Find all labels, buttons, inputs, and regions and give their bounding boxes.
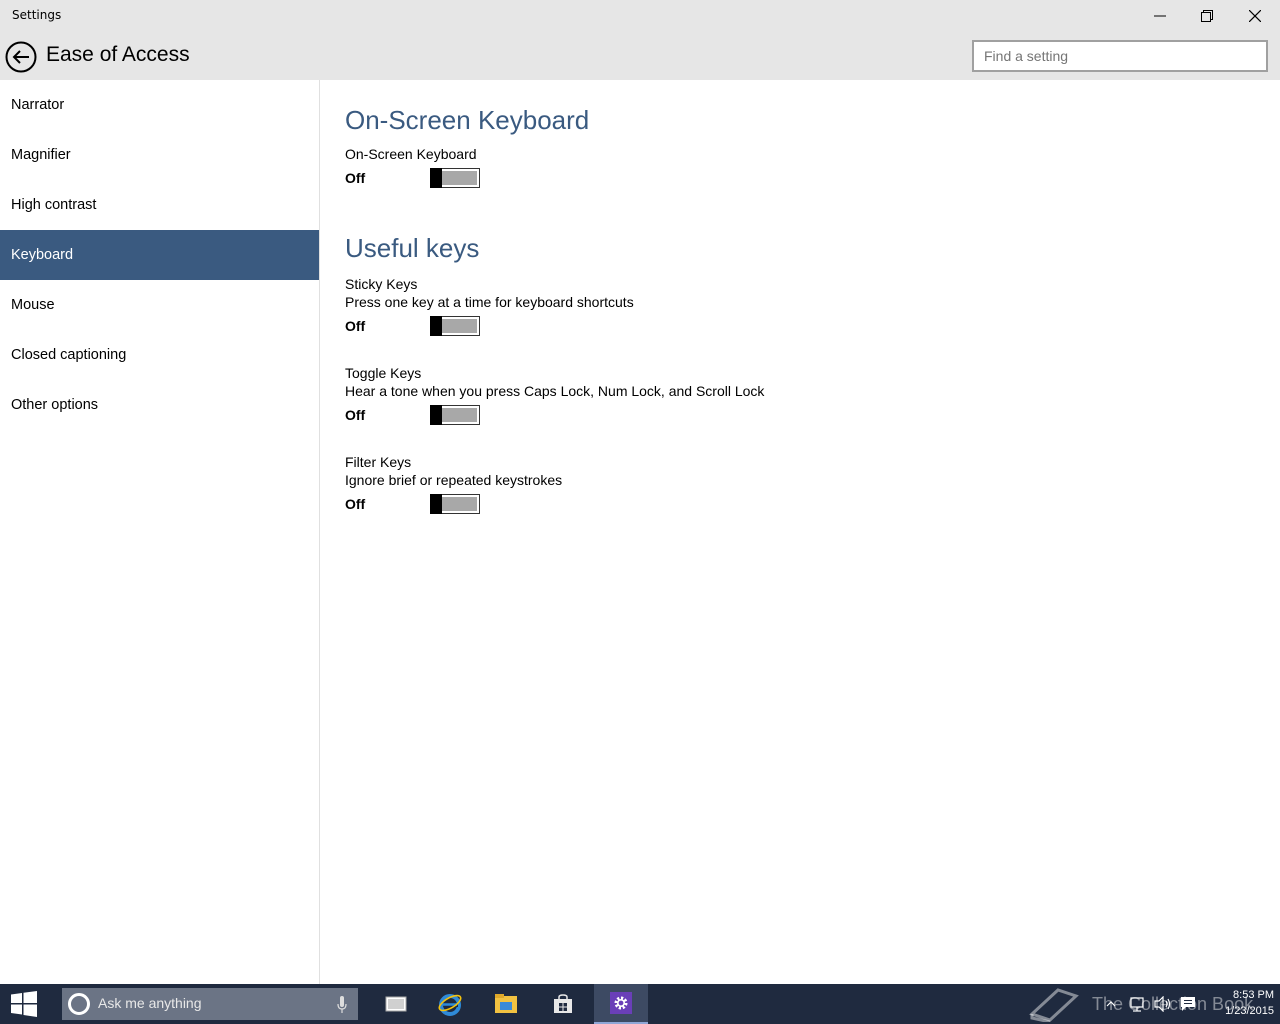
toggle-thumb bbox=[430, 494, 442, 514]
settings-content: On-Screen Keyboard On-Screen Keyboard Of… bbox=[345, 80, 1245, 515]
cortana-placeholder: Ask me anything bbox=[98, 995, 202, 1011]
setting-label: On-Screen Keyboard bbox=[345, 146, 477, 162]
sidebar-item-keyboard[interactable]: Keyboard bbox=[0, 230, 319, 280]
chevron-up-icon[interactable] bbox=[1104, 999, 1118, 1009]
minimize-icon bbox=[1154, 15, 1166, 17]
close-button[interactable] bbox=[1232, 0, 1278, 32]
window-title: Settings bbox=[12, 8, 62, 22]
start-button[interactable] bbox=[0, 984, 48, 1024]
sidebar-item-closed-captioning[interactable]: Closed captioning bbox=[0, 330, 319, 380]
microphone-icon[interactable] bbox=[337, 996, 347, 1014]
toggle-state: Off bbox=[345, 170, 366, 186]
setting-toggle-keys: Toggle Keys Hear a tone when you press C… bbox=[345, 365, 1245, 426]
toggle-thumb bbox=[430, 405, 442, 425]
file-explorer-icon bbox=[495, 994, 517, 1013]
book-icon bbox=[1029, 988, 1079, 1022]
setting-filter-keys: Filter Keys Ignore brief or repeated key… bbox=[345, 454, 1245, 515]
sticky-keys-toggle[interactable] bbox=[430, 316, 480, 336]
toggle-row: Off bbox=[345, 167, 1245, 189]
taskbar: Ask me anything The Collection Book 8:53… bbox=[0, 984, 1280, 1024]
setting-description: Hear a tone when you press Caps Lock, Nu… bbox=[345, 383, 765, 399]
title-bar: Settings bbox=[0, 0, 1280, 32]
toggle-row: Off bbox=[345, 493, 1245, 515]
setting-label: Filter Keys bbox=[345, 454, 412, 470]
toggle-keys-toggle[interactable] bbox=[430, 405, 480, 425]
setting-description: Ignore brief or repeated keystrokes bbox=[345, 472, 563, 488]
toggle-row: Off bbox=[345, 315, 1245, 337]
close-icon bbox=[1249, 10, 1261, 22]
sidebar-item-high-contrast[interactable]: High contrast bbox=[0, 180, 319, 230]
setting-description: Press one key at a time for keyboard sho… bbox=[345, 294, 634, 310]
store-icon bbox=[554, 994, 572, 1013]
sidebar-item-other-options[interactable]: Other options bbox=[0, 380, 319, 430]
restore-icon bbox=[1201, 10, 1213, 22]
sidebar-item-narrator[interactable]: Narrator bbox=[0, 80, 319, 130]
toggle-state: Off bbox=[345, 318, 366, 334]
windows-logo-icon bbox=[11, 991, 37, 1017]
setting-label: Toggle Keys bbox=[345, 365, 422, 381]
cortana-search-box[interactable]: Ask me anything bbox=[62, 988, 358, 1020]
toggle-row: Off bbox=[345, 404, 1245, 426]
toggle-thumb bbox=[430, 316, 442, 336]
toggle-thumb bbox=[430, 168, 442, 188]
toggle-state: Off bbox=[345, 407, 366, 423]
network-icon[interactable] bbox=[1130, 996, 1146, 1012]
settings-app-button[interactable] bbox=[594, 984, 648, 1024]
action-center-icon[interactable] bbox=[1180, 996, 1196, 1012]
toggle-state: Off bbox=[345, 496, 366, 512]
setting-sticky-keys: Sticky Keys Press one key at a time for … bbox=[345, 276, 1245, 337]
restore-button[interactable] bbox=[1184, 0, 1230, 32]
cortana-circle-icon bbox=[68, 993, 90, 1015]
volume-icon[interactable] bbox=[1154, 996, 1172, 1012]
internet-explorer-button[interactable] bbox=[423, 984, 477, 1024]
sidebar-item-magnifier[interactable]: Magnifier bbox=[0, 130, 319, 180]
find-setting-input[interactable] bbox=[972, 40, 1268, 72]
clock-date: 1/23/2015 bbox=[1225, 1005, 1274, 1017]
gear-icon bbox=[614, 996, 628, 1010]
task-view-button[interactable] bbox=[369, 984, 423, 1024]
settings-tile bbox=[610, 992, 632, 1014]
file-explorer-button[interactable] bbox=[479, 984, 533, 1024]
section-title-useful-keys: Useful keys bbox=[345, 233, 480, 263]
store-button[interactable] bbox=[536, 984, 590, 1024]
setting-on-screen-keyboard: On-Screen Keyboard Off bbox=[345, 146, 1245, 189]
internet-explorer-icon bbox=[438, 994, 462, 1016]
setting-label: Sticky Keys bbox=[345, 276, 418, 292]
on-screen-keyboard-toggle[interactable] bbox=[430, 168, 480, 188]
sidebar: Narrator Magnifier High contrast Keyboar… bbox=[0, 80, 320, 984]
minimize-button[interactable] bbox=[1137, 0, 1183, 32]
clock-time: 8:53 PM bbox=[1233, 989, 1274, 1001]
settings-header: Ease of Access bbox=[0, 32, 1280, 80]
task-view-icon bbox=[385, 996, 407, 1012]
sidebar-item-mouse[interactable]: Mouse bbox=[0, 280, 319, 330]
system-tray bbox=[1104, 984, 1196, 1024]
filter-keys-toggle[interactable] bbox=[430, 494, 480, 514]
page-title: Ease of Access bbox=[46, 43, 190, 66]
back-button[interactable] bbox=[5, 41, 37, 73]
section-title-on-screen-keyboard: On-Screen Keyboard bbox=[345, 105, 590, 135]
taskbar-clock[interactable]: 8:53 PM 1/23/2015 bbox=[1202, 987, 1274, 1019]
back-arrow-icon bbox=[5, 41, 37, 73]
